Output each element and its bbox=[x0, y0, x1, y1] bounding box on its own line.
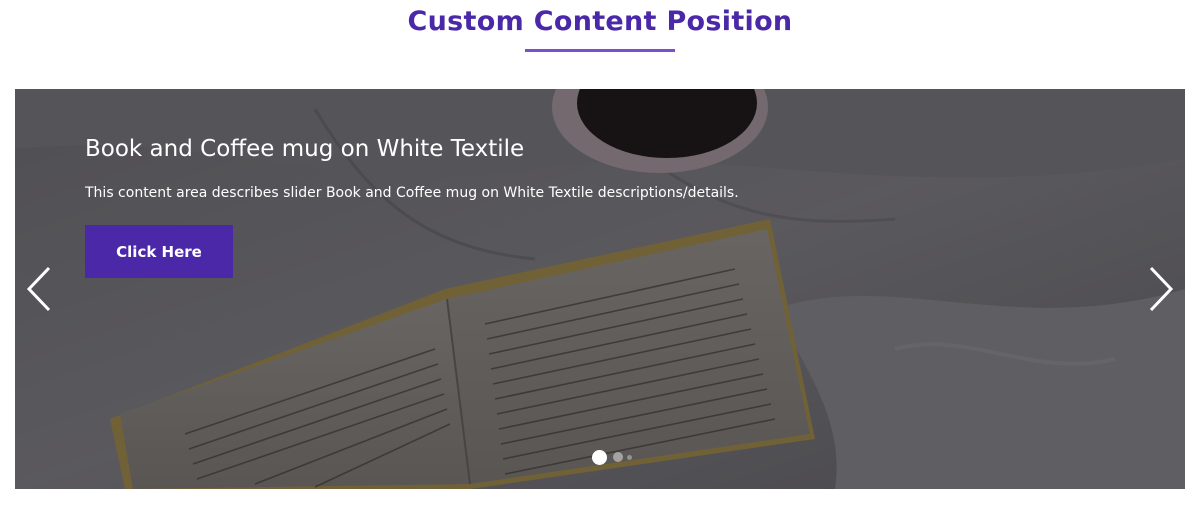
section-title: Custom Content Position bbox=[407, 6, 793, 37]
image-slider: Book and Coffee mug on White Textile Thi… bbox=[15, 89, 1185, 489]
slider-dot-3[interactable] bbox=[627, 454, 632, 460]
slider-dot-2[interactable] bbox=[613, 452, 623, 462]
chevron-right-icon bbox=[1149, 266, 1174, 312]
title-underline bbox=[525, 49, 675, 52]
slide-description: This content area describes slider Book … bbox=[85, 185, 739, 201]
chevron-left-icon bbox=[26, 266, 51, 312]
slider-prev-button[interactable] bbox=[19, 264, 59, 314]
slide-content: Book and Coffee mug on White Textile Thi… bbox=[85, 133, 845, 278]
click-here-button[interactable]: Click Here bbox=[85, 225, 233, 278]
section-heading: Custom Content Position bbox=[0, 0, 1200, 60]
slide-title: Book and Coffee mug on White Textile bbox=[85, 136, 525, 162]
slider-dot-1[interactable] bbox=[592, 449, 607, 465]
slider-next-button[interactable] bbox=[1141, 264, 1181, 314]
slider-pagination bbox=[592, 449, 638, 465]
